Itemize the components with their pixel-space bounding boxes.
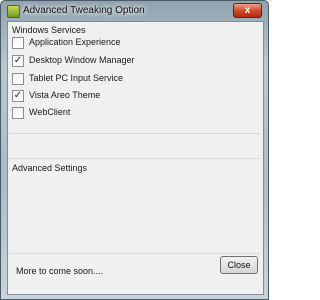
service-label: Desktop Window Manager bbox=[29, 55, 135, 65]
advanced-settings-panel: Advanced Settings bbox=[9, 158, 260, 254]
app-icon bbox=[7, 5, 20, 18]
title-bar[interactable]: Advanced Tweaking Option x bbox=[1, 1, 268, 21]
footer-message: More to come soon.... bbox=[16, 266, 104, 276]
checkbox[interactable] bbox=[12, 73, 24, 85]
checkbox[interactable]: ✓ bbox=[12, 90, 24, 102]
windows-services-group: Windows Services Application Experience … bbox=[9, 23, 260, 134]
title-close-button[interactable]: x bbox=[233, 3, 262, 18]
checkbox[interactable] bbox=[12, 37, 24, 49]
service-label: Tablet PC Input Service bbox=[29, 73, 124, 83]
windows-services-title: Windows Services bbox=[12, 25, 86, 35]
checkbox[interactable]: ✓ bbox=[12, 55, 24, 67]
advanced-settings-title: Advanced Settings bbox=[12, 163, 88, 173]
close-icon: x bbox=[244, 5, 251, 16]
client-area: Windows Services Application Experience … bbox=[7, 21, 264, 295]
checkbox[interactable] bbox=[12, 107, 24, 119]
service-label: WebClient bbox=[29, 107, 71, 117]
close-button[interactable]: Close bbox=[220, 256, 258, 274]
dialog-window: Advanced Tweaking Option x Windows Servi… bbox=[0, 0, 269, 300]
service-label: Application Experience bbox=[29, 37, 121, 47]
service-label: Vista Areo Theme bbox=[29, 90, 101, 100]
window-title: Advanced Tweaking Option bbox=[23, 5, 145, 16]
